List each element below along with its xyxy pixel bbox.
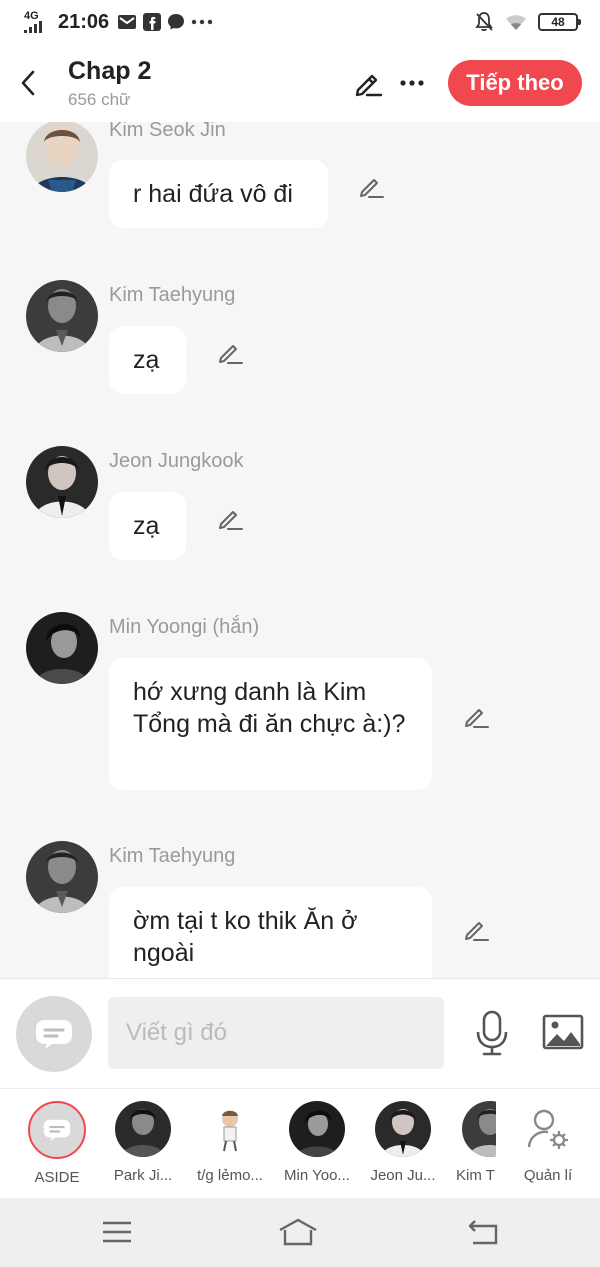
clock: 21:06 [58, 10, 110, 33]
system-navigation-bar [0, 1198, 600, 1267]
chevron-left-icon [21, 70, 35, 96]
edit-message-icon[interactable] [462, 915, 492, 945]
wifi-icon [506, 15, 526, 30]
manage-avatar [520, 1101, 576, 1157]
avatar[interactable] [26, 280, 98, 352]
edit-chapter-button[interactable] [346, 61, 390, 105]
word-count: 656 chữ [68, 90, 131, 109]
message-bubble[interactable]: zạ [109, 492, 186, 560]
character-item[interactable]: Park Ji... [100, 1101, 186, 1184]
character-item[interactable]: Kim T [448, 1101, 496, 1184]
character-name: t/g lẻmo... [197, 1167, 263, 1184]
character-item[interactable]: Min Yoo... [274, 1101, 360, 1184]
sender-name: Kim Seok Jin [109, 122, 226, 141]
message-bubble[interactable]: r hai đứa vô đi [109, 160, 328, 228]
chat-bubble-icon [43, 1119, 71, 1141]
back-nav-button[interactable] [463, 1216, 503, 1248]
avatar [115, 1101, 171, 1157]
message-bubble[interactable]: zạ [109, 326, 186, 394]
avatar[interactable] [26, 841, 98, 913]
character-name: Min Yoo... [284, 1167, 350, 1184]
bell-off-icon [475, 12, 493, 32]
next-chapter-button[interactable]: Tiếp theo [448, 60, 582, 106]
user-settings-icon [527, 1109, 568, 1149]
character-name: ASIDE [34, 1169, 80, 1186]
manage-characters-button[interactable]: Quản lí [505, 1101, 591, 1184]
character-name: Kim T [456, 1167, 495, 1184]
aside-toggle-button[interactable] [16, 996, 92, 1072]
messenger-icon [168, 14, 185, 30]
character-name: Quản lí [523, 1167, 573, 1184]
chat-bubble-icon [36, 1020, 72, 1049]
message-input-bar [0, 978, 600, 1088]
avatar [289, 1101, 345, 1157]
avatar [462, 1101, 496, 1157]
more-dots-icon [400, 80, 424, 86]
character-bar: ASIDE Park Ji... t/g lẻmo... Min Yoo... … [0, 1088, 600, 1198]
page-title: Chap 2 [68, 57, 152, 85]
signal-icon [24, 21, 42, 33]
aside-avatar [28, 1101, 86, 1159]
more-options-button[interactable] [390, 61, 434, 105]
sender-name: Min Yoongi (hắn) [109, 616, 260, 638]
edit-message-icon[interactable] [216, 338, 246, 368]
chapter-header: Chap 2 656 chữ Tiếp theo [0, 44, 600, 122]
battery-icon: 48 [538, 13, 581, 31]
status-bar: 4G 21:06 48 [0, 0, 600, 44]
pencil-icon [355, 74, 383, 97]
message-bubble[interactable]: ờm tại t ko thik Ăn ở ngoài [109, 887, 432, 978]
sender-name: Kim Taehyung [109, 284, 236, 306]
sender-name: Jeon Jungkook [109, 450, 244, 472]
sender-name: Kim Taehyung [109, 845, 236, 867]
edit-message-icon[interactable] [357, 172, 387, 202]
hamburger-icon [103, 1221, 131, 1243]
chat-list[interactable]: Kim Seok Jin r hai đứa vô đi Kim Taehyun… [0, 122, 600, 978]
home-button[interactable] [278, 1216, 318, 1248]
avatar[interactable] [26, 446, 98, 518]
edit-message-icon[interactable] [462, 702, 492, 732]
character-aside[interactable]: ASIDE [14, 1101, 100, 1186]
character-name: Jeon Ju... [370, 1167, 436, 1184]
battery-level: 48 [551, 15, 565, 29]
avatar [375, 1101, 431, 1157]
avatar [202, 1101, 258, 1157]
character-name: Park Ji... [113, 1167, 173, 1184]
character-item[interactable]: t/g lẻmo... [187, 1101, 273, 1184]
facebook-icon [143, 13, 162, 31]
avatar[interactable] [26, 612, 98, 684]
image-button[interactable] [540, 1009, 586, 1055]
message-bubble[interactable]: hớ xưng danh là Kim Tổng mà đi ăn chực à… [109, 658, 432, 790]
edit-message-icon[interactable] [216, 504, 246, 534]
avatar[interactable] [26, 122, 98, 192]
image-icon [542, 1014, 584, 1050]
more-dots-icon [191, 19, 213, 25]
voice-button[interactable] [470, 1007, 514, 1059]
character-item[interactable]: Jeon Ju... [360, 1101, 446, 1184]
mail-icon [118, 15, 137, 29]
home-icon [279, 1218, 317, 1246]
microphone-icon [476, 1010, 508, 1056]
return-icon [468, 1220, 498, 1245]
menu-button[interactable] [97, 1216, 137, 1248]
message-input[interactable] [108, 997, 444, 1069]
network-type: 4G [24, 10, 39, 22]
back-button[interactable] [0, 44, 56, 122]
network-indicator: 4G [24, 11, 52, 33]
